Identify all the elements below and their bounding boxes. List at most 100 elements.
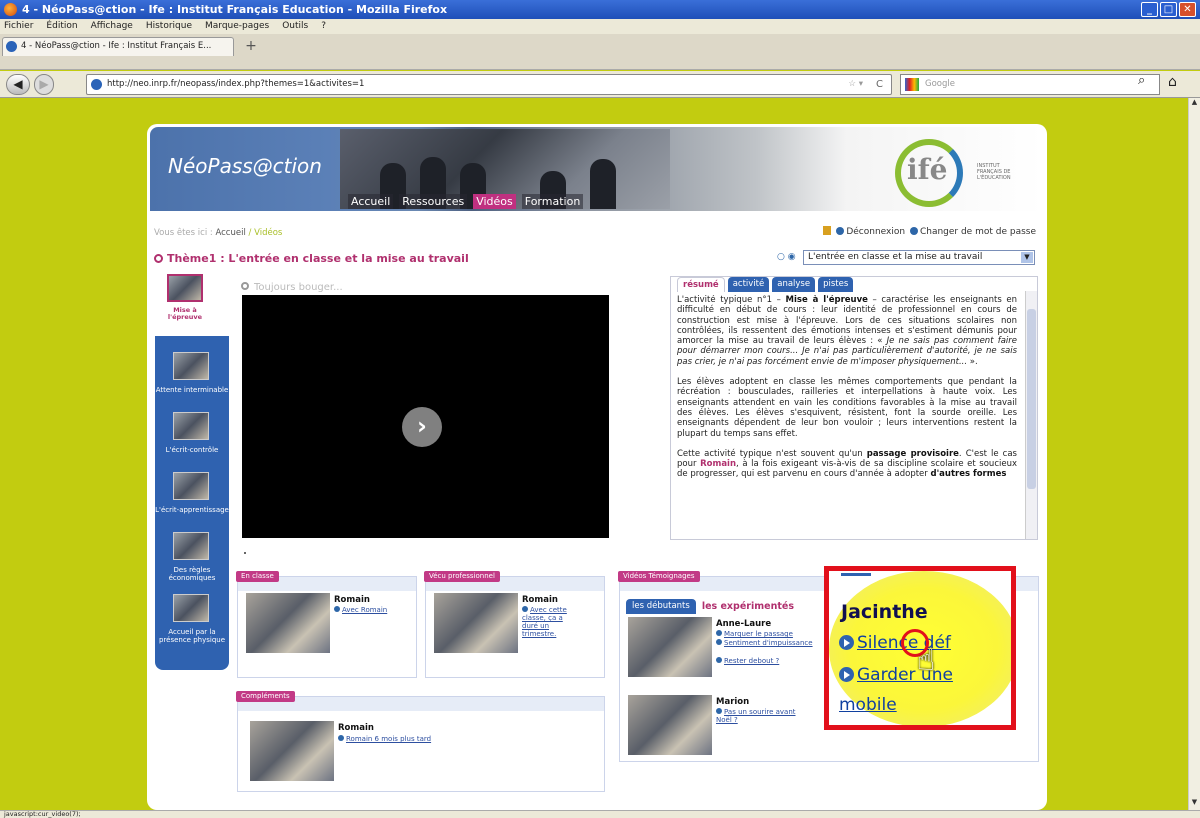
nav-videos[interactable]: Vidéos [473,194,516,209]
scroll-down-icon[interactable]: ▼ [1189,798,1200,810]
tab-analyse[interactable]: analyse [772,277,816,292]
video-card[interactable]: Anne-Laure Marquer le passage Sentiment … [628,617,828,679]
video-card[interactable]: Romain Avec Romain [246,593,416,657]
site-nav: Accueil Ressources Vidéos Formation [348,194,584,209]
thumbnail-ecrit-controle[interactable] [173,412,209,440]
video-thumbnail[interactable] [628,695,712,755]
ife-logo: ifé INSTITUT FRANÇAIS DE L'ÉDUCATION [895,139,1015,207]
search-icon[interactable]: ⌕ [1138,73,1145,88]
sidebar-item-regles[interactable]: Des règles économiques [155,566,229,582]
video-thumbnail[interactable] [167,274,203,302]
window-title: 4 - NéoPass@ction - Ife : Institut Franç… [22,3,448,16]
browser-tab[interactable]: 4 - NéoPass@ction - Ife : Institut Franç… [2,37,234,56]
scroll-thumb[interactable] [1027,309,1036,489]
menu-fichier[interactable]: Fichier [4,19,33,34]
video-card[interactable]: Romain Romain 6 mois plus tard [250,721,550,785]
menu-edition[interactable]: Édition [46,19,77,34]
back-button[interactable]: ◀ [6,74,30,95]
menu-marque-pages[interactable]: Marque-pages [205,19,269,34]
tab-pistes[interactable]: pistes [818,277,854,292]
bullet-icon [836,227,845,235]
thumbnail-regles[interactable] [173,532,209,560]
card-link[interactable]: Avec cette classe, ça a duré un trimestr… [522,606,572,638]
menu-historique[interactable]: Historique [146,19,192,34]
logo-text: ifé [907,153,948,186]
info-panel: résumé activité analyse pistes L'activit… [670,276,1038,540]
site-brand[interactable]: NéoPass@ction [168,154,322,178]
search-placeholder: Google [925,79,955,89]
video-thumbnail[interactable] [628,617,712,677]
window-titlebar: 4 - NéoPass@ction - Ife : Institut Franç… [0,0,1200,19]
firefox-icon [4,3,17,16]
card-name: Romain [334,595,370,605]
card-link[interactable]: Pas un sourire avant Noël ? [716,708,796,724]
bullet-icon [909,227,918,235]
section-en-classe: En classe Romain Avec Romain [236,571,417,678]
card-link-rester-debout[interactable]: Rester debout ? [716,657,826,665]
breadcrumb-prefix: Vous êtes ici : [154,228,213,238]
card-name: Romain [522,595,558,605]
tab-activite[interactable]: activité [727,277,770,292]
info-tabs: résumé activité analyse pistes [677,277,854,292]
bookmark-star-icon[interactable]: ☆ ▾ [848,75,863,94]
thumbnail-ecrit-apprentissage[interactable] [173,472,209,500]
menu-affichage[interactable]: Affichage [91,19,133,34]
tab-resume[interactable]: résumé [677,277,725,292]
video-player[interactable]: › [242,295,609,538]
sidebar-item-ecrit-apprentissage[interactable]: L'écrit-apprentissage [155,506,229,514]
nav-ressources[interactable]: Ressources [399,194,468,209]
select-radio-icons[interactable]: ○ ◉ [777,252,796,262]
testimonial-tabs: les débutants les expérimentés [626,599,794,614]
play-icon[interactable]: › [402,407,442,447]
resume-paragraph-2: Les élèves adoptent en classe les mêmes … [677,377,1017,439]
forward-arrow-icon: ▶ [39,77,49,91]
zoom-name: Jacinthe [841,601,928,623]
change-password-link[interactable]: Changer de mot de passe [920,227,1036,237]
zoom-link-mobile[interactable]: mobile [839,695,897,715]
search-input[interactable]: Google [900,74,1160,95]
tab-experimentes[interactable]: les expérimentés [702,601,794,612]
section-vecu-professionnel: Vécu professionnel Romain Avec cette cla… [424,571,605,678]
url-bar[interactable]: http://neo.inrp.fr/neopass/index.php?the… [86,74,892,95]
scroll-up-icon[interactable]: ▲ [1189,98,1200,110]
video-card[interactable]: Romain Avec cette classe, ça a duré un t… [434,593,604,657]
card-link[interactable]: Romain 6 mois plus tard [338,735,538,743]
menu-outils[interactable]: Outils [282,19,308,34]
minimize-button[interactable]: _ [1141,2,1158,17]
card-link-marquer[interactable]: Marquer le passage [716,630,826,638]
video-caption-text: Toujours bouger... [254,282,343,293]
sidebar-item-accueil[interactable]: Accueil par la présence physique [155,628,229,644]
nav-formation[interactable]: Formation [521,194,584,209]
card-link[interactable]: Avec Romain [334,606,414,614]
video-thumbnail[interactable] [246,593,330,653]
reload-icon[interactable]: C [876,75,883,94]
tab-title: 4 - NéoPass@ction - Ife : Institut Franç… [21,41,212,51]
info-scrollbar[interactable] [1025,291,1037,539]
close-button[interactable]: ✕ [1179,2,1196,17]
thumbnail-accueil[interactable] [173,594,209,622]
video-thumbnail[interactable] [434,593,518,653]
card-link-sentiment[interactable]: Sentiment d'impuissance [716,639,826,647]
page-scrollbar[interactable]: ▲ ▼ [1188,98,1200,810]
google-icon [905,78,919,91]
card-name: Romain [338,723,374,733]
sidebar-item-mise-a-l-epreuve[interactable]: Mise à l'épreuve [165,274,205,338]
video-thumbnail[interactable] [250,721,334,781]
forward-button[interactable]: ▶ [34,74,54,95]
theme-bullet-icon [154,254,163,263]
tab-debutants[interactable]: les débutants [626,599,696,614]
maximize-button[interactable]: □ [1160,2,1177,17]
thumbnail-attente[interactable] [173,352,209,380]
video-card[interactable]: Marion Pas un sourire avant Noël ? [628,695,828,757]
home-icon[interactable]: ⌂ [1168,74,1177,90]
sidebar-item-ecrit-controle[interactable]: L'écrit-contrôle [155,446,229,454]
sidebar-item-attente[interactable]: Attente interminable [155,386,229,394]
nav-accueil[interactable]: Accueil [348,194,394,209]
new-tab-button[interactable]: + [240,39,262,55]
card-name: Marion [716,697,750,707]
menu-help[interactable]: ? [321,19,326,34]
video-caption: Toujours bouger... [241,282,343,293]
breadcrumb-home[interactable]: Accueil [215,228,245,238]
logout-link[interactable]: Déconnexion [846,227,905,237]
theme-select[interactable]: L'entrée en classe et la mise au travail… [803,250,1035,265]
